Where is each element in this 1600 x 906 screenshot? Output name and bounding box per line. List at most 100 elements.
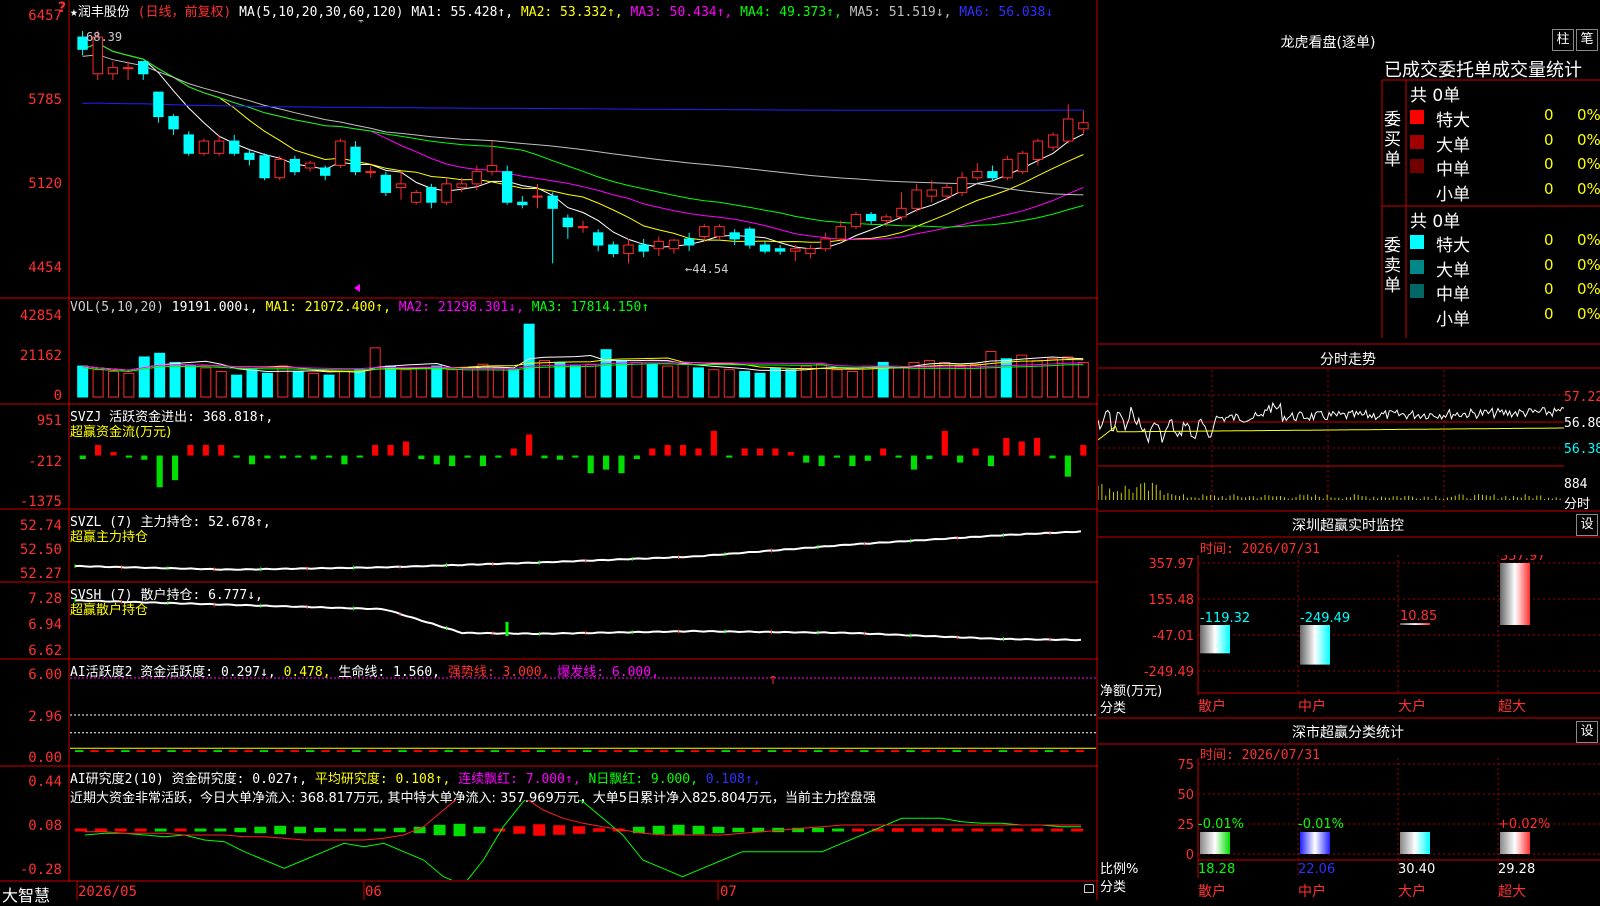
- sell-row: 特大 0 0%: [1410, 231, 1600, 256]
- candle-body: [274, 158, 285, 179]
- vol-ytick: 21162: [19, 348, 62, 364]
- color-swatch: [1410, 284, 1424, 298]
- volume-bar: [308, 372, 320, 398]
- volume-chart[interactable]: [70, 316, 1096, 398]
- ai1-bar: [75, 750, 84, 752]
- ai1-bar: [151, 750, 161, 752]
- ai1-bar: [1044, 750, 1054, 752]
- volume-bar: [431, 365, 443, 398]
- ai1-bar: [829, 750, 838, 752]
- candle-body: [926, 189, 937, 197]
- color-swatch: [1410, 235, 1424, 249]
- sz-class-chart[interactable]: 75 50 25 0 -0.01% 18.28 散户 -0.01% 22.06 中户 30.40 大户…: [1098, 758, 1600, 900]
- buy-row: 特大 0 0%: [1410, 106, 1600, 131]
- ai2-chart[interactable]: [70, 800, 1096, 880]
- order-size-label: 大单: [1436, 260, 1470, 281]
- ai1-bar: [444, 750, 453, 752]
- candle-body: [153, 91, 164, 118]
- order-count: 0: [1544, 304, 1554, 323]
- ai2-h3: 连续飘红: 7.000↑,: [458, 772, 581, 787]
- szm-bar: [1500, 563, 1530, 625]
- szm-ytick: 155.48: [1149, 593, 1195, 608]
- szm-ytick: -249.49: [1144, 665, 1194, 680]
- szc-ytick: 50: [1177, 788, 1194, 803]
- svzj-bar: [849, 455, 856, 467]
- candle-body: [683, 238, 695, 246]
- volume-bar: [692, 367, 704, 398]
- intraday-vol-label: 分时: [1564, 497, 1591, 512]
- volume-bar: [154, 352, 166, 398]
- price-header: ★润丰股份 (日线，前复权) MA(5,10,20,30,60,120) MA1…: [70, 1, 1053, 20]
- candle-body: [699, 226, 710, 237]
- candle-body: [865, 213, 877, 222]
- order-size-label: 中单: [1436, 160, 1470, 180]
- svsh-chart[interactable]: [70, 594, 1096, 656]
- order-count: 0: [1544, 231, 1554, 249]
- ai1-bar: [875, 750, 884, 752]
- sz-class-settings-button[interactable]: 设: [1576, 721, 1598, 743]
- svzj-bar: [556, 455, 563, 460]
- candle-body: [441, 183, 452, 203]
- szc-bar: [1400, 832, 1430, 854]
- volume-bar: [138, 356, 150, 398]
- ai1-bar: [552, 750, 561, 752]
- intraday-chart[interactable]: [1098, 370, 1564, 510]
- ai1-bar: [429, 750, 438, 752]
- ai1-bar: [536, 750, 546, 752]
- ai1-chart[interactable]: ↑: [70, 676, 1096, 764]
- ai1-bar: [521, 750, 530, 752]
- ai1-bar: [1029, 750, 1038, 752]
- ai1-bar: [659, 750, 669, 752]
- ai1-bar: [767, 750, 777, 752]
- order-count: 0: [1544, 106, 1554, 124]
- volume-bar: [231, 374, 243, 398]
- volume-bar: [415, 367, 427, 398]
- ma-label: MA(5,10,20,30,60,120): [239, 5, 404, 20]
- ai2-h1: AI研究度2(10) 资金研究度: 0.027↑,: [70, 772, 308, 787]
- stock-name[interactable]: ★润丰股份: [70, 5, 130, 20]
- volume-bar: [908, 361, 920, 398]
- svzj-bar: [325, 455, 333, 458]
- ai2-bar: [353, 828, 366, 832]
- ai2-bar: [493, 828, 506, 832]
- ai2-bar: [373, 828, 386, 832]
- svzj-chart[interactable]: [70, 420, 1096, 506]
- candle-body: [850, 213, 862, 228]
- svzj-bar: [233, 455, 240, 458]
- candle-body: [350, 146, 361, 173]
- order-pct: 0%: [1577, 304, 1600, 323]
- ai1-bar: [706, 750, 715, 752]
- ai2-bar: [851, 828, 864, 832]
- lock-icon[interactable]: [1084, 884, 1094, 893]
- ai2-bar: [94, 828, 107, 832]
- order-pct: 0%: [1577, 231, 1600, 249]
- svzl-chart[interactable]: [70, 520, 1096, 580]
- color-swatch: [1410, 110, 1424, 124]
- vol-ma2: MA2: 21298.301↓,: [398, 300, 524, 315]
- szc-top-label: -0.01%: [1298, 817, 1344, 832]
- ai2-bar: [294, 826, 307, 834]
- svzj-bar: [880, 448, 887, 456]
- volume-bar: [600, 349, 612, 398]
- svzj-bar: [156, 455, 163, 488]
- sz-monitor-settings-button[interactable]: 设: [1576, 514, 1598, 536]
- svzj-bar: [603, 455, 610, 470]
- candle-body: [790, 248, 801, 252]
- price-chart[interactable]: *: [70, 20, 1096, 296]
- ma2-value: MA2: 53.332↑,: [520, 5, 623, 20]
- volume-bar: [292, 371, 304, 398]
- sz-monitor-chart[interactable]: 357.97 155.48 -47.01 -249.49 -119.32 散户 -249.4…: [1098, 555, 1600, 715]
- ai1-bar: [613, 750, 623, 752]
- svzj-bar: [295, 455, 302, 458]
- szc-category: 散户: [1198, 883, 1226, 900]
- ai1-bar: [937, 750, 946, 752]
- candle-body: [820, 238, 831, 250]
- volume-bar: [646, 363, 658, 398]
- vol-value: 19191.000↓,: [171, 300, 258, 315]
- ai2-bar: [393, 827, 406, 833]
- szc-ytick: 0: [1186, 848, 1194, 863]
- period-tag[interactable]: (日线，前复权): [138, 5, 232, 20]
- volume-bar: [831, 369, 843, 398]
- ai1-bar: [105, 750, 115, 752]
- price-ytick: 5120: [28, 176, 62, 192]
